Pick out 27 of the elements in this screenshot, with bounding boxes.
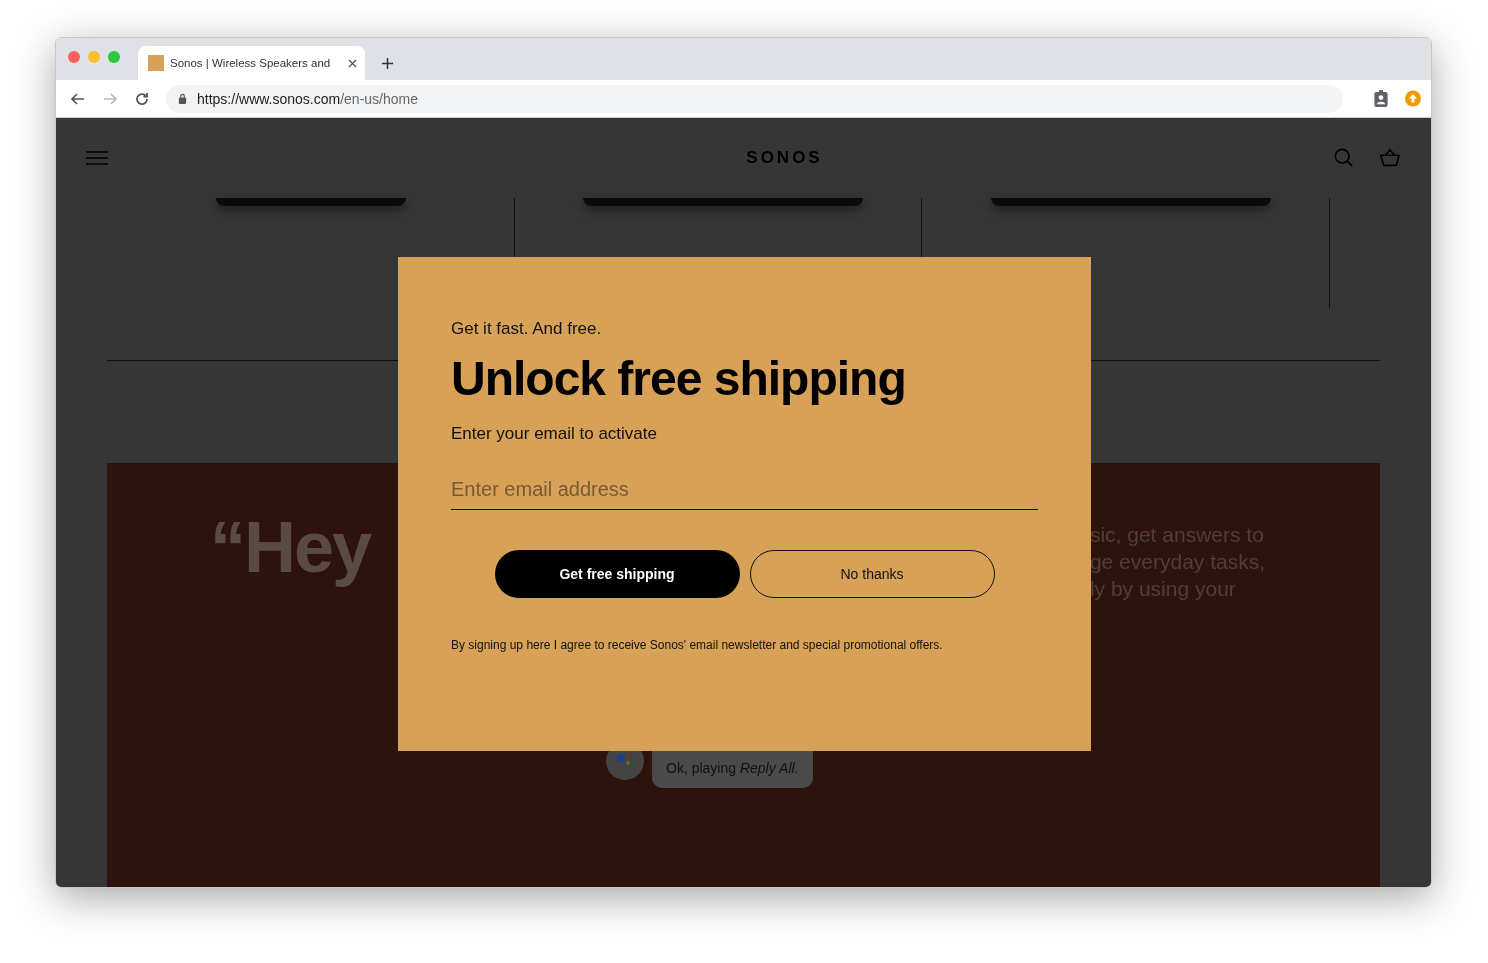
basket-icon[interactable]: [1379, 148, 1401, 168]
forward-arrow-icon[interactable]: [102, 90, 118, 107]
maximize-window-icon[interactable]: [108, 51, 120, 63]
back-arrow-icon[interactable]: [70, 90, 86, 107]
browser-tab[interactable]: Sonos | Wireless Speakers and: [138, 46, 365, 80]
address-bar[interactable]: https://www.sonos.com/en-us/home: [166, 84, 1343, 113]
update-icon[interactable]: [1405, 90, 1421, 107]
modal-eyebrow: Get it fast. And free.: [451, 319, 603, 339]
get-free-shipping-button[interactable]: Get free shipping: [494, 549, 740, 598]
new-tab-icon[interactable]: [381, 57, 394, 70]
reload-icon[interactable]: [134, 90, 150, 107]
modal-subtitle: Enter your email to activate: [451, 423, 658, 444]
close-icon[interactable]: [348, 58, 357, 68]
tab-title: Sonos | Wireless Speakers and: [170, 57, 332, 69]
disclaimer-text: By signing up here I agree to receive Sonos' email newsletter and special promotional offers.: [451, 637, 944, 652]
menu-icon[interactable]: [86, 151, 108, 165]
hero-quote: “Hey: [210, 511, 371, 589]
modal-title: Unlock free shipping: [451, 353, 907, 406]
url-text: https://www.sonos.com/en-us/home: [197, 90, 418, 107]
favicon-icon: [148, 55, 164, 71]
minimize-window-icon[interactable]: [88, 51, 100, 63]
badge-icon[interactable]: [1373, 90, 1389, 107]
email-field[interactable]: Enter email address: [451, 473, 1038, 510]
close-window-icon[interactable]: [68, 51, 80, 63]
lock-icon: [178, 93, 187, 104]
assistant-message: Ok, playing Reply All.: [652, 748, 813, 788]
search-icon[interactable]: [1333, 148, 1355, 168]
